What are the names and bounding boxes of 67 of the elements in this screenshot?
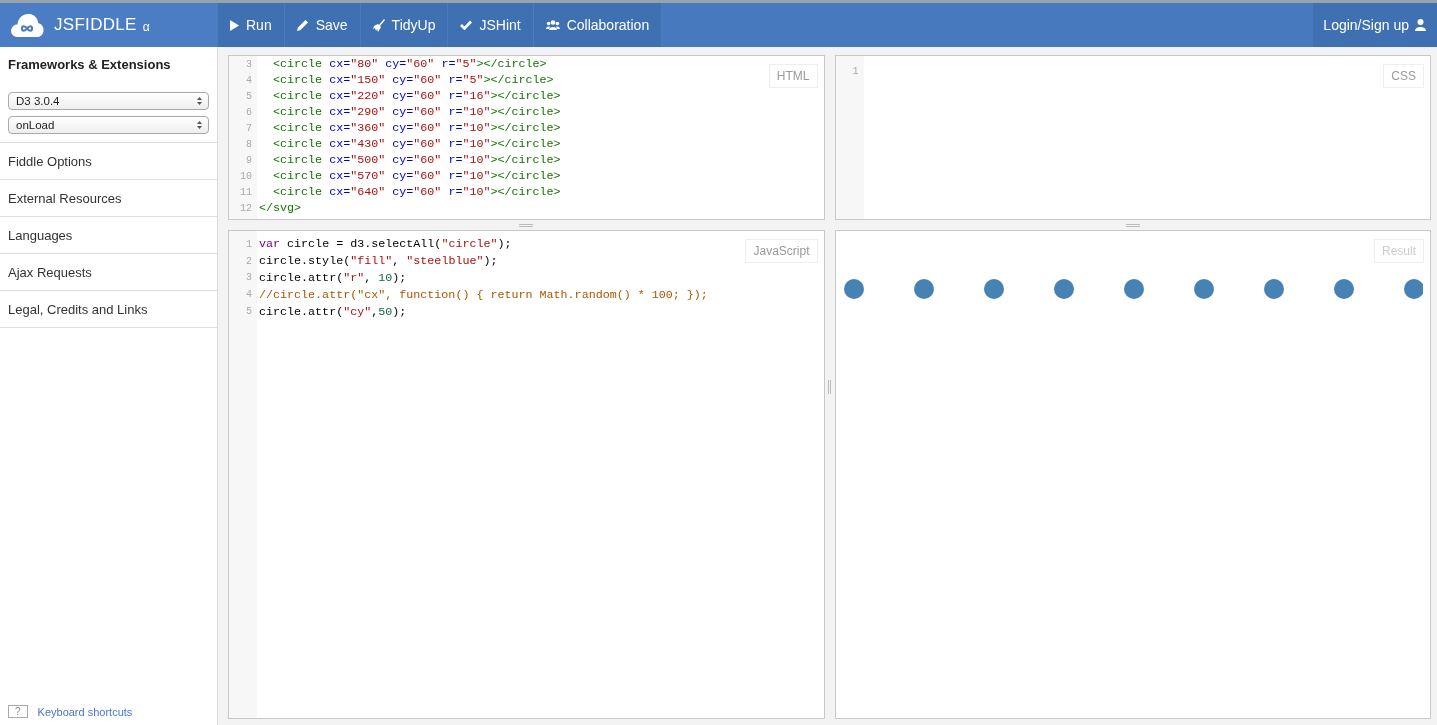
code-line: circle.style("fill", "steelblue"); [259,254,498,269]
code-line: <circle cx="290" cy="60" r="10"></circle> [272,105,561,119]
code-line: <circle cx="570" cy="60" r="10"></circle> [272,169,561,183]
alpha-mark: α [142,20,150,34]
panel-label: JavaScript [745,239,818,263]
updown-caret-icon [197,97,202,105]
sidebar-item[interactable]: Fiddle Options [0,142,217,179]
panel-label: HTML [768,64,818,88]
play-icon [230,19,239,31]
sidebar-item[interactable]: Languages [0,216,217,253]
resize-handle[interactable] [519,223,534,227]
user-icon [1415,19,1426,31]
keyboard-shortcuts-link[interactable]: Keyboard shortcuts [37,705,133,718]
line-number: 12 [239,202,253,214]
code-line: circle.attr("cy",50); [259,304,407,319]
people-icon [545,20,560,30]
html-editor[interactable] [228,55,825,220]
code-line: </svg> [259,201,302,215]
line-number: 6 [245,106,253,118]
code-line: circle.attr("r", 10); [259,271,407,285]
javascript-editor[interactable] [228,230,825,719]
line-number: 11 [239,186,253,198]
login-button[interactable]: Login/Sign up [1313,3,1437,47]
line-number: 10 [239,170,253,182]
sidebar-heading: Frameworks & Extensions [8,57,172,72]
code-line: <circle cx="220" cy="60" r="16"></circle> [272,89,561,103]
line-number: 1 [851,65,860,77]
panel-label: CSS [1383,64,1424,88]
pencil-icon [296,19,309,31]
keyboard-key: ? [8,705,28,718]
code-line: <circle cx="150" cy="60" r="5"></circle> [272,73,554,87]
line-number: 4 [245,74,253,86]
line-number: 2 [245,255,253,267]
code-line: <circle cx="640" cy="60" r="10"></circle> [272,185,561,199]
code-line: var circle = d3.selectAll("circle"); [259,237,512,252]
check-icon [460,20,473,30]
line-number: 4 [245,289,253,301]
code-line: <circle cx="430" cy="60" r="10"></circle> [272,137,561,151]
select-dropdown[interactable]: onLoad [8,116,209,134]
line-number: 3 [245,272,253,284]
code-line: //circle.attr("cx", function() { return Math.random() * 100; }); [259,287,708,302]
updown-caret-icon [197,121,202,129]
logo-text: JSFIDDLE [54,15,137,35]
line-number: 8 [245,138,253,150]
sidebar-item[interactable]: Ajax Requests [0,253,217,290]
resize-handle[interactable] [1125,223,1140,227]
css-editor[interactable]: 1 CSS [834,55,1431,220]
line-number: 7 [245,122,253,134]
sidebar-item[interactable]: External Resources [0,179,217,216]
cloud-logo-icon [10,12,44,38]
toolbar-button[interactable]: TidyUp [360,3,449,47]
toolbar-button[interactable]: Collaboration [533,3,663,47]
select-dropdown[interactable]: D3 3.0.4 [8,92,209,110]
code-line: <circle cx="500" cy="60" r="10"></circle> [272,153,561,167]
resize-handle[interactable] [828,380,831,394]
line-number: 5 [245,90,253,102]
toolbar-button[interactable]: JSHint [448,3,534,47]
line-number: 3 [245,58,253,70]
line-number: 5 [245,306,253,318]
broom-icon [372,18,385,32]
sidebar-item[interactable]: Legal, Credits and Links [0,290,217,327]
line-number: 9 [245,154,253,166]
toolbar-button[interactable]: Save [284,3,361,47]
code-line: <circle cx="80" cy="60" r="5"></circle> [272,57,547,71]
code-line: <circle cx="360" cy="60" r="10"></circle> [272,121,561,135]
line-number: 1 [245,238,253,250]
toolbar-button[interactable]: Run [218,3,285,47]
